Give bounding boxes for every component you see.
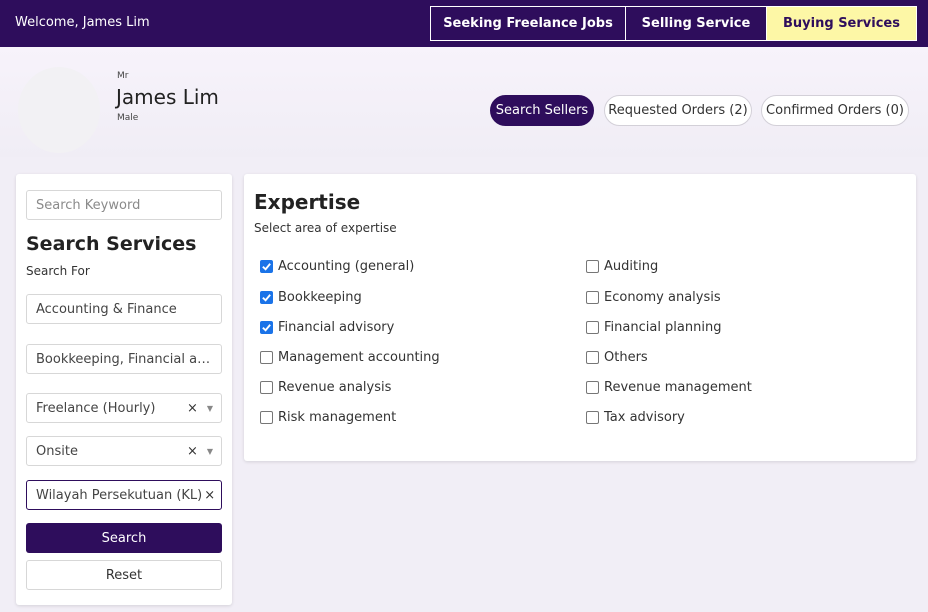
checkbox-icon[interactable] (586, 380, 599, 394)
expertise-checkbox-label: Financial planning (604, 319, 722, 335)
expertise-title: Expertise (254, 190, 361, 214)
expertise-checkbox-item[interactable]: Bookkeeping (260, 288, 362, 306)
search-keyword-input[interactable] (36, 197, 212, 213)
checkbox-icon[interactable] (260, 350, 273, 364)
job-type-value: Freelance (Hourly) (36, 400, 156, 416)
search-services-panel: Search Services Search For Accounting & … (16, 174, 232, 605)
chevron-down-icon[interactable]: ▼ (207, 447, 213, 456)
expertise-checkbox-item[interactable]: Financial planning (586, 318, 721, 336)
reset-button[interactable]: Reset (26, 560, 222, 590)
checkbox-checked-icon[interactable] (260, 259, 273, 273)
checkbox-checked-icon[interactable] (260, 290, 273, 304)
expertise-checkbox-item[interactable]: Risk management (260, 408, 396, 426)
welcome-text: Welcome, James Lim (15, 15, 150, 30)
expertise-checkbox-label: Others (604, 349, 648, 365)
expertise-checkbox-label: Risk management (278, 409, 397, 425)
region-select[interactable]: Wilayah Persekutuan (KL) × ▼ (26, 480, 222, 510)
checkbox-icon[interactable] (586, 320, 599, 334)
expertise-checkbox-label: Tax advisory (604, 409, 685, 425)
expertise-checkbox-label: Management accounting (278, 349, 440, 365)
expertise-checkbox-item[interactable]: Management accounting (260, 348, 440, 366)
checkbox-icon[interactable] (586, 259, 599, 273)
clear-icon[interactable]: × (187, 401, 198, 416)
search-sellers-button[interactable]: Search Sellers (490, 95, 594, 126)
expertise-checkbox-item[interactable]: Financial advisory (260, 318, 394, 336)
checkbox-icon[interactable] (586, 350, 599, 364)
profile-name: James Lim (116, 85, 219, 109)
top-navbar: Welcome, James Lim Seeking Freelance Job… (0, 0, 928, 47)
checkbox-icon[interactable] (586, 290, 599, 304)
expertise-panel: Expertise Select area of expertise Accou… (244, 174, 916, 461)
checkbox-icon[interactable] (260, 410, 273, 424)
expertise-checkbox-item[interactable]: Tax advisory (586, 408, 685, 426)
search-keyword-field (26, 190, 222, 220)
location-type-value: Onsite (36, 443, 78, 459)
expertise-checkbox-item[interactable]: Economy analysis (586, 288, 721, 306)
search-button[interactable]: Search (26, 523, 222, 553)
expertise-subtitle: Select area of expertise (254, 221, 397, 235)
tab-seeking-freelance-jobs[interactable]: Seeking Freelance Jobs (431, 7, 625, 40)
expertise-checkbox-label: Financial advisory (278, 319, 395, 335)
expertise-checkbox-label: Economy analysis (604, 289, 721, 305)
requested-orders-button[interactable]: Requested Orders (2) (604, 95, 752, 126)
expertise-checkbox-item[interactable]: Others (586, 348, 648, 366)
clear-icon[interactable]: × (187, 444, 198, 459)
confirmed-orders-button[interactable]: Confirmed Orders (0) (761, 95, 909, 126)
checkbox-icon[interactable] (260, 380, 273, 394)
expertise-checkbox-label: Revenue analysis (278, 379, 392, 395)
expertise-checkbox-item[interactable]: Auditing (586, 257, 658, 275)
job-type-select[interactable]: Freelance (Hourly) × ▼ (26, 393, 222, 423)
expertise-checkbox-label: Accounting (general) (278, 258, 415, 274)
tab-buying-services[interactable]: Buying Services (766, 7, 916, 40)
search-for-label: Search For (26, 264, 90, 278)
search-services-title: Search Services (26, 233, 197, 255)
profile-salutation: Mr (117, 71, 129, 81)
tab-selling-service[interactable]: Selling Service (625, 7, 766, 40)
region-value: Wilayah Persekutuan (KL) (36, 487, 203, 503)
expertise-field[interactable]: Bookkeeping, Financial advisory, Account… (26, 344, 222, 374)
checkbox-icon[interactable] (586, 410, 599, 424)
expertise-checkbox-label: Auditing (604, 258, 659, 274)
avatar (18, 67, 100, 153)
expertise-checkbox-label: Bookkeeping (278, 289, 362, 305)
clear-icon[interactable]: × (204, 488, 215, 503)
expertise-checkbox-item[interactable]: Revenue management (586, 378, 752, 396)
category-value: Accounting & Finance (36, 301, 177, 317)
mode-tab-group: Seeking Freelance Jobs Selling Service B… (430, 6, 917, 41)
location-type-select[interactable]: Onsite × ▼ (26, 436, 222, 466)
category-field[interactable]: Accounting & Finance (26, 294, 222, 324)
profile-gender: Male (117, 113, 139, 123)
chevron-down-icon[interactable]: ▼ (207, 404, 213, 413)
expertise-checkbox-item[interactable]: Accounting (general) (260, 257, 414, 275)
expertise-checkbox-item[interactable]: Revenue analysis (260, 378, 391, 396)
expertise-checkbox-label: Revenue management (604, 379, 752, 395)
expertise-value: Bookkeeping, Financial advisory, Account… (36, 351, 212, 367)
checkbox-checked-icon[interactable] (260, 320, 273, 334)
